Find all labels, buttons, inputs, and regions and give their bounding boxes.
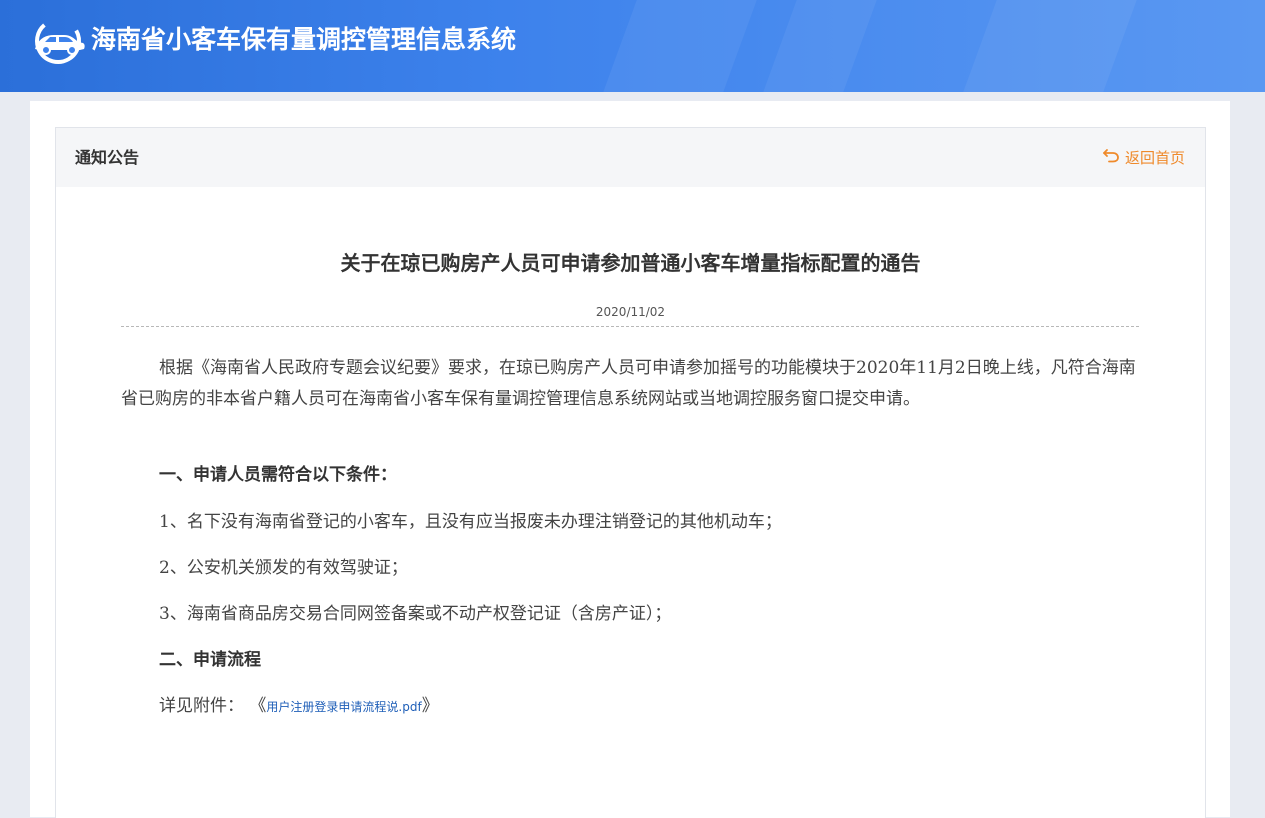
panel-title: 通知公告: [75, 148, 140, 167]
condition-item: 1、名下没有海南省登记的小客车，且没有应当报废未办理注销登记的其他机动车；: [159, 512, 782, 532]
condition-item: 2、公安机关颁发的有效驾驶证；: [159, 558, 408, 578]
back-home-link[interactable]: 返回首页: [1102, 147, 1185, 169]
attachment-bracket: 《: [249, 696, 267, 716]
attachment-prefix: 详见附件：: [159, 696, 244, 716]
divider: [121, 326, 1139, 327]
notice-panel: 通知公告 返回首页 关于在琼已购房产人员可申请参加普通小客车增量指标配置的通告 …: [55, 127, 1206, 818]
panel-header: 通知公告 返回首页: [56, 128, 1205, 187]
attachment-line: 详见附件： 《用户注册登录申请流程说.pdf》: [159, 694, 439, 719]
header-decoration: [763, 0, 877, 92]
site-header: 海南省小客车保有量调控管理信息系统: [0, 0, 1265, 92]
condition-item: 3、海南省商品房交易合同网签备案或不动产权登记证（含房产证）；: [159, 604, 672, 624]
intro-paragraph: 根据《海南省人民政府专题会议纪要》要求，在琼已购房产人员可申请参加摇号的功能模块…: [121, 358, 1136, 409]
article-body: 根据《海南省人民政府专题会议纪要》要求，在琼已购房产人员可申请参加摇号的功能模块…: [121, 353, 1139, 716]
site-title: 海南省小客车保有量调控管理信息系统: [91, 25, 517, 54]
article-date: 2020/11/02: [595, 305, 666, 319]
return-arrow-icon: [1102, 147, 1125, 169]
section-heading-conditions: 一、申请人员需符合以下条件：: [159, 465, 397, 485]
section-heading-process: 二、申请流程: [159, 650, 261, 670]
back-home-label: 返回首页: [1124, 149, 1185, 167]
main-container: 通知公告 返回首页 关于在琼已购房产人员可申请参加普通小客车增量指标配置的通告 …: [30, 101, 1230, 818]
article-title: 关于在琼已购房产人员可申请参加普通小客车增量指标配置的通告: [340, 251, 921, 275]
attachment-link[interactable]: 用户注册登录申请流程说.pdf: [266, 700, 421, 714]
header-decoration: [963, 0, 1137, 92]
header-decoration: [603, 0, 757, 92]
car-logo-icon: [30, 16, 86, 66]
attachment-bracket: 》: [421, 696, 439, 716]
